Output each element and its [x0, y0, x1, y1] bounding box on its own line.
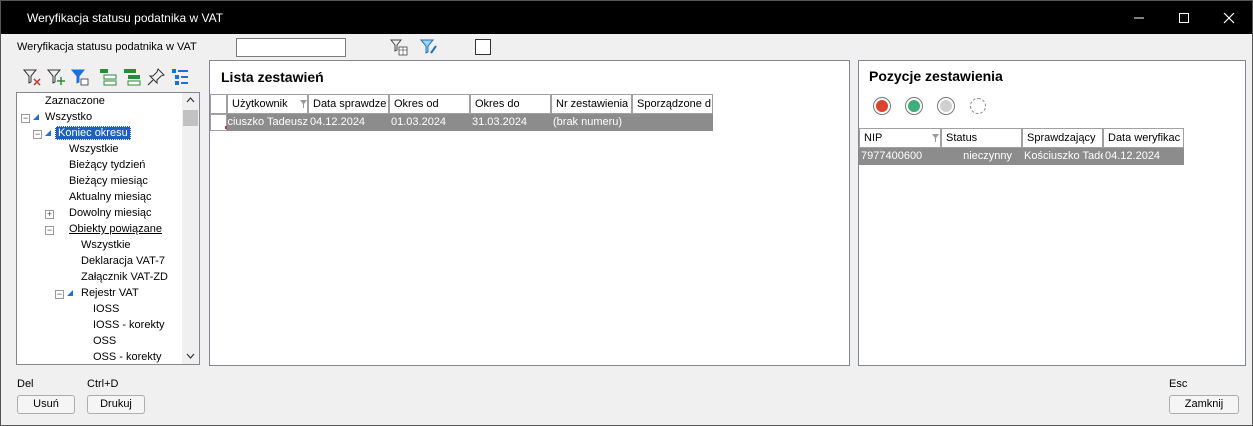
tree-item-biezacy-miesiac[interactable]: Bieżący miesiąc	[69, 175, 148, 187]
filter-list-icon[interactable]	[71, 68, 89, 86]
column-filter-icon[interactable]	[300, 100, 307, 108]
print-shortcut: Ctrl+D	[87, 378, 119, 390]
collapse-toggle[interactable]: −	[33, 130, 42, 139]
table-cell[interactable]: 7977400600	[859, 148, 941, 165]
collapse-toggle[interactable]: −	[21, 114, 30, 123]
status-filter-empty[interactable]	[970, 98, 986, 114]
maximize-icon	[1179, 12, 1189, 23]
maximize-button[interactable]	[1161, 1, 1207, 34]
filter-tree: Zaznaczone − Wszystko − Koniec okresu Ws…	[16, 92, 200, 365]
column-header-sprawdzajacy[interactable]: Sprawdzający	[1022, 128, 1103, 148]
column-header-okres-od[interactable]: Okres od	[389, 94, 470, 114]
table-cell[interactable]: 01.03.2024	[389, 114, 470, 131]
minimize-icon	[1134, 17, 1144, 18]
tree-item-wszystko[interactable]: Wszystko	[45, 111, 92, 123]
table-cell[interactable]: (brak numeru)	[551, 114, 632, 131]
tree-item-ioss-korekty[interactable]: IOSS - korekty	[93, 319, 165, 331]
tree-item-rejestr-vat[interactable]: Rejestr VAT	[81, 287, 139, 299]
delete-button[interactable]: Usuń	[17, 395, 75, 414]
tree-list-icon[interactable]	[171, 68, 189, 86]
minimize-button[interactable]	[1116, 1, 1162, 34]
expanded-arrow-icon	[45, 130, 51, 136]
expand-toggle[interactable]: +	[45, 210, 54, 219]
tree-item-biezacy-tydzien[interactable]: Bieżący tydzień	[69, 159, 145, 171]
scroll-thumb[interactable]	[183, 110, 198, 126]
positions-panel: Pozycje zestawienia NIP Status Sprawdzaj…	[858, 60, 1246, 366]
column-header-nr-zestawienia[interactable]: Nr zestawienia	[551, 94, 632, 114]
expanded-arrow-icon	[67, 290, 73, 296]
table-cell[interactable]: 31.03.2024	[470, 114, 551, 131]
status-filter-gray[interactable]	[938, 98, 954, 114]
column-header-status[interactable]: Status	[941, 128, 1022, 148]
column-header-nip[interactable]: NIP	[859, 128, 941, 148]
option-checkbox[interactable]	[475, 39, 491, 55]
collapse-toggle[interactable]: −	[45, 226, 54, 235]
close-dialog-button[interactable]: Zamknij	[1169, 395, 1239, 414]
column-header-sporzadzone[interactable]: Sporządzone d	[632, 94, 713, 114]
app-window: Weryfikacja statusu podatnika w VAT Wery…	[0, 0, 1253, 426]
list-title: Lista zestawień	[221, 69, 324, 85]
table-cell[interactable]: 04.12.2024	[1103, 148, 1184, 165]
tree-item-oss[interactable]: OSS	[93, 335, 116, 347]
table-cell[interactable]: nieczynny	[941, 148, 1022, 165]
tree-item-wszystkie[interactable]: Wszystkie	[69, 143, 119, 155]
filter-edit-icon[interactable]	[420, 38, 438, 56]
table-cell[interactable]: Kościuszko Tade	[1022, 148, 1103, 165]
search-input[interactable]	[236, 38, 346, 57]
scroll-up-icon[interactable]	[186, 96, 195, 104]
positions-title: Pozycje zestawienia	[869, 68, 1003, 84]
close-shortcut: Esc	[1169, 378, 1188, 390]
header-label: Weryfikacja statusu podatnika w VAT	[17, 41, 197, 53]
filter-add-icon[interactable]	[47, 68, 65, 86]
tree-item-aktualny-miesiac[interactable]: Aktualny miesiąc	[69, 191, 152, 203]
status-filter-green[interactable]	[906, 98, 922, 114]
scroll-down-icon[interactable]	[186, 352, 195, 360]
list-panel: Lista zestawień Użytkownik Data sprawdze…	[209, 60, 850, 366]
filter-clear-icon[interactable]	[23, 68, 41, 86]
tree-item-wszystkie-obiekty[interactable]: Wszystkie	[81, 239, 131, 251]
tree-item-obiekty-powiazane[interactable]: Obiekty powiązane	[69, 223, 162, 235]
filter-grid-icon[interactable]	[390, 38, 408, 56]
row-indicator[interactable]	[210, 114, 228, 131]
column-header-data-weryfikacji[interactable]: Data weryfikac	[1103, 128, 1184, 148]
tree-item-dowolny-miesiac[interactable]: Dowolny miesiąc	[69, 207, 152, 219]
tree-collapse-icon[interactable]	[123, 68, 141, 86]
tree-item-deklaracja-vat7[interactable]: Deklaracja VAT-7	[81, 255, 165, 267]
status-filter-red[interactable]	[874, 98, 890, 114]
tree-item-zaznaczone[interactable]: Zaznaczone	[45, 95, 105, 107]
title-bar: Weryfikacja statusu podatnika w VAT	[1, 1, 1252, 34]
tree-item-ioss[interactable]: IOSS	[93, 303, 119, 315]
table-cell[interactable]: ciuszko Tadeusz	[227, 114, 308, 131]
tree-item-oss-korekty[interactable]: OSS - korekty	[93, 351, 161, 363]
close-icon	[1223, 12, 1235, 23]
close-button[interactable]	[1206, 1, 1252, 34]
window-title: Weryfikacja statusu podatnika w VAT	[27, 11, 224, 25]
print-button[interactable]: Drukuj	[87, 395, 145, 414]
tree-item-koniec-okresu[interactable]: Koniec okresu	[55, 126, 131, 140]
row-header-corner	[210, 94, 227, 114]
column-filter-icon[interactable]	[932, 134, 939, 142]
column-header-data-sprawdzenia[interactable]: Data sprawdze	[308, 94, 389, 114]
expanded-arrow-icon	[33, 114, 39, 120]
table-cell[interactable]: 04.12.2024	[308, 114, 389, 131]
column-header-uzytkownik[interactable]: Użytkownik	[227, 94, 308, 114]
tree-item-zalacznik-vatzd[interactable]: Załącznik VAT-ZD	[81, 271, 168, 283]
table-cell[interactable]	[632, 114, 713, 131]
pin-icon[interactable]	[147, 68, 165, 86]
collapse-toggle[interactable]: −	[55, 290, 64, 299]
tree-scrollbar[interactable]	[182, 93, 199, 364]
tree-expand-icon[interactable]	[99, 68, 117, 86]
column-header-okres-do[interactable]: Okres do	[470, 94, 551, 114]
delete-shortcut: Del	[17, 378, 34, 390]
